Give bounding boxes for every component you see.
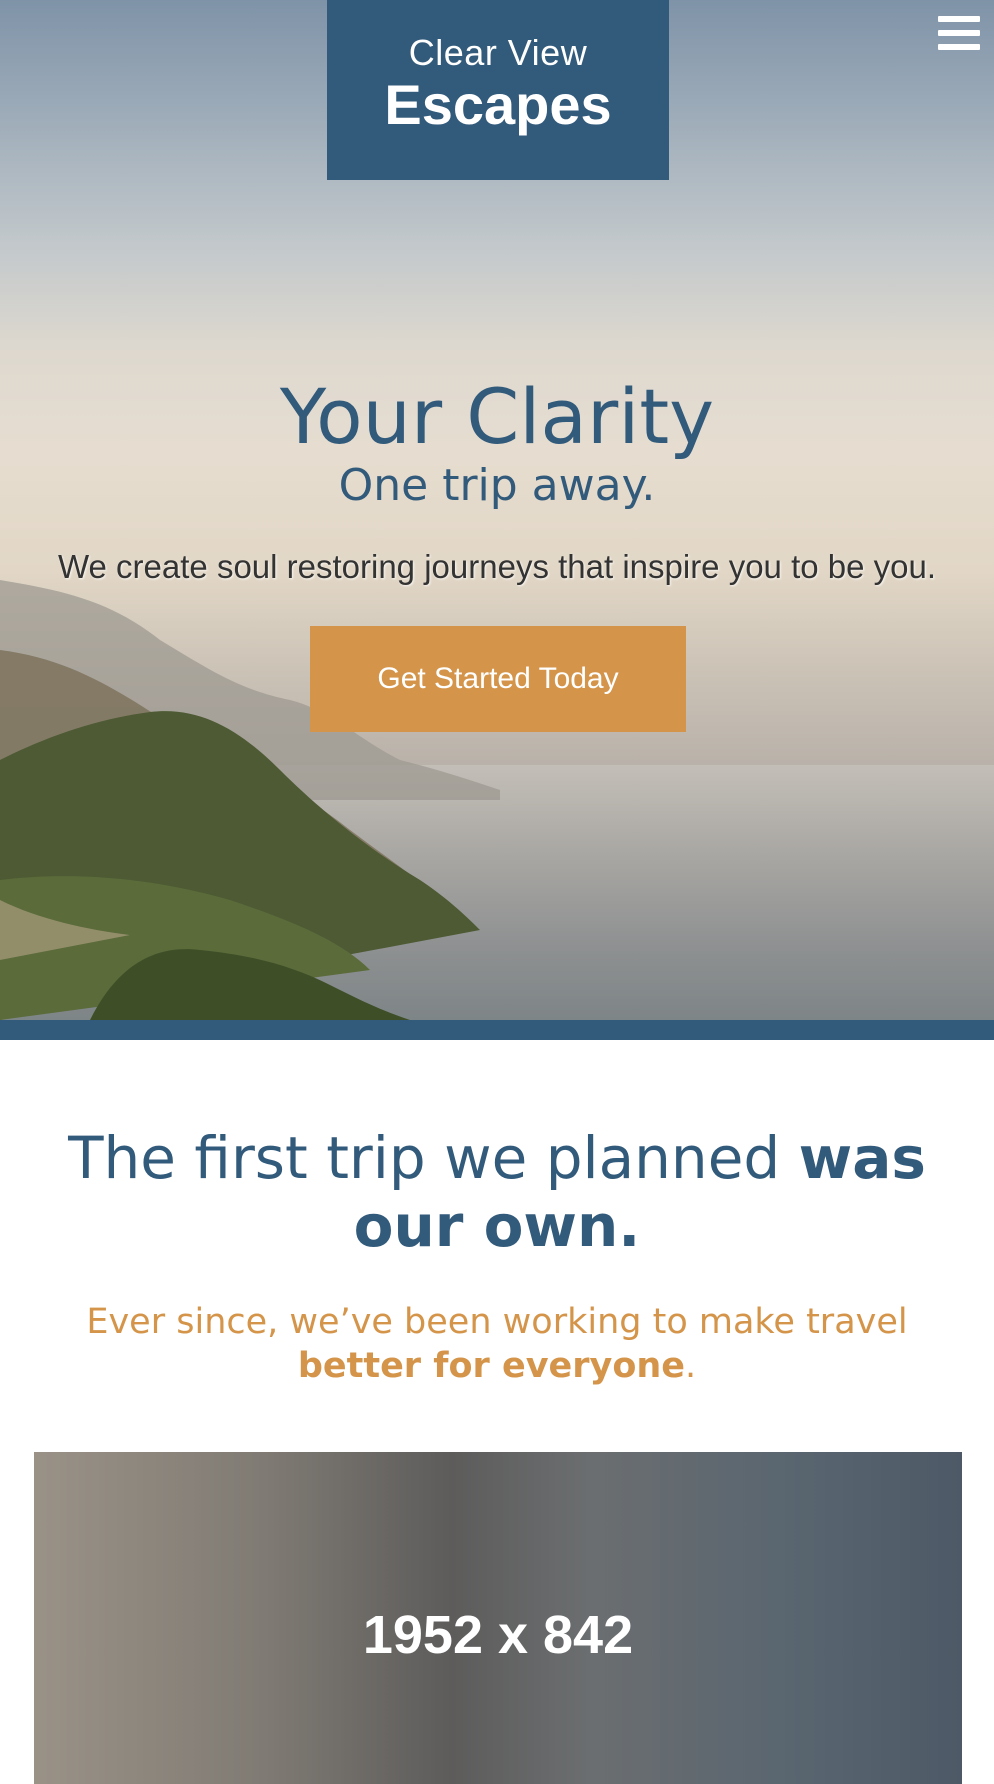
couple-holding-hands-image: 1952 x 842 [34,1452,962,1784]
logo-text-line2: Escapes [384,73,612,136]
hero-title: Your Clarity [279,372,715,461]
menu-icon-bar [938,30,980,36]
hero-tagline: We create soul restoring journeys that i… [57,548,937,585]
site-logo[interactable]: Clear View Escapes [327,0,669,180]
image-size-label: 1952 x 842 [362,1605,634,1665]
about-sub-bold: better for everyone [297,1346,686,1386]
about-subheading: Ever since, we’ve been working to make t… [24,1300,970,1388]
about-sub-regular: Ever since, we’ve been working to make t… [86,1302,908,1342]
hero-section: Clear View Escapes Your Clarity One trip… [0,0,994,1020]
menu-icon-bar [938,16,980,22]
about-heading-regular: The first trip we planned [68,1124,799,1192]
get-started-button[interactable]: Get Started Today [310,626,686,732]
about-heading: The first trip we planned was our own. [40,1124,954,1260]
hamburger-menu-icon[interactable] [938,16,980,54]
hero-divider-bar [0,1020,994,1040]
hero-subtitle: One trip away. [338,460,656,511]
logo-text-line1: Clear View [408,32,588,73]
about-sub-end: . [685,1346,697,1386]
menu-icon-bar [938,44,980,50]
